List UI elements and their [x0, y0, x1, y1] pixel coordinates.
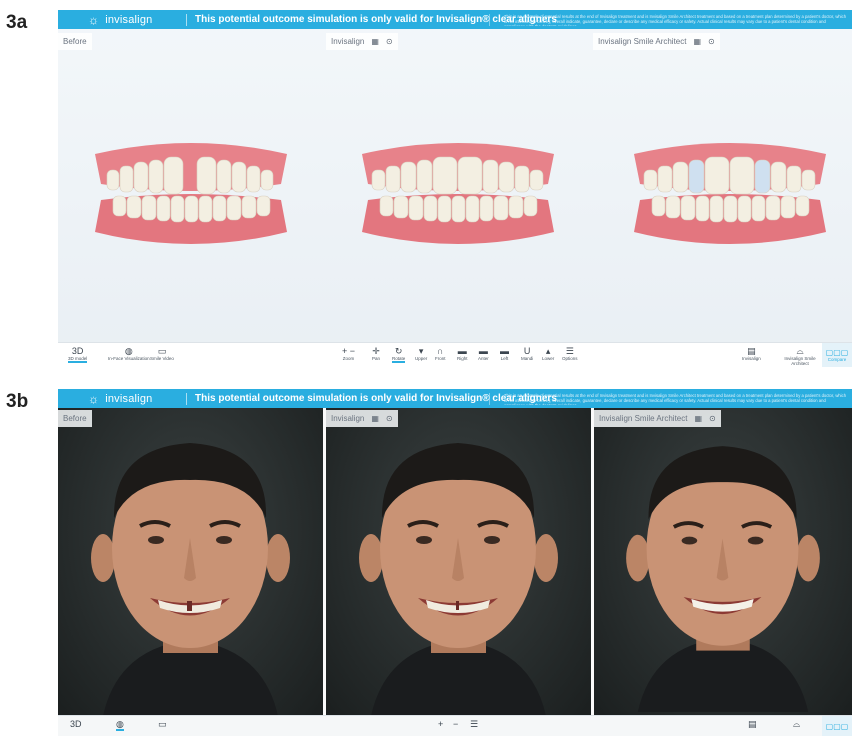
options-icon: ☰: [470, 719, 479, 729]
tool-in-face-visualization[interactable]: ◍ In-Face Visualization: [108, 346, 150, 361]
invisalign-icon: ▤: [747, 346, 756, 356]
view-label-invisalign: Invisalign ▦ ⊙: [326, 33, 398, 50]
tool-options[interactable]: ☰: [470, 719, 478, 729]
tool-invisalign-view[interactable]: ▤ Invisalign: [742, 346, 761, 361]
tool-smile-architect-view[interactable]: ⌓ Invisalign Smile Architect: [780, 346, 820, 366]
info-icon[interactable]: ⊙: [708, 37, 715, 46]
tool-mandible[interactable]: U Mandi: [521, 346, 533, 361]
tool-front[interactable]: ∩ Front: [435, 346, 446, 361]
face-photo-smile-architect[interactable]: [594, 408, 852, 716]
invisalign-icon: ▤: [748, 719, 757, 729]
view-label-smile-architect: Invisalign Smile Architect ▦ ⊙: [594, 410, 721, 427]
info-icon[interactable]: ⊙: [709, 414, 716, 423]
tool-invisalign-view[interactable]: ▤: [748, 719, 757, 729]
simulation-notice: This potential outcome simulation is onl…: [195, 393, 557, 404]
zoom-icon: + −: [342, 346, 356, 356]
tool-pan[interactable]: ✛ Pan: [372, 346, 380, 361]
model-icon[interactable]: ▦: [371, 414, 379, 423]
rotate-icon: ↻: [394, 346, 403, 356]
anterior-icon: ▬: [478, 346, 488, 356]
zoom-out-icon: −: [453, 719, 459, 729]
pan-icon: ✛: [372, 346, 380, 356]
options-icon: ☰: [565, 346, 574, 356]
mandible-icon: U: [523, 346, 531, 356]
smile-architect-icon: ⌓: [793, 719, 801, 729]
upper-icon: ▾: [418, 346, 424, 356]
3d-icon: 3D: [71, 346, 84, 356]
globe-icon: ◍: [124, 346, 133, 356]
tool-anterior[interactable]: ▬ Anter: [478, 346, 489, 361]
jaw-model-smile-architect[interactable]: [630, 140, 830, 250]
info-icon[interactable]: ⊙: [386, 414, 393, 423]
tool-zoom-in[interactable]: +: [438, 719, 443, 729]
tool-options[interactable]: ☰ Options: [562, 346, 578, 361]
tool-smile-video[interactable]: ▭: [158, 719, 167, 729]
simulation-notice: This potential outcome simulation is onl…: [195, 14, 557, 25]
tool-3d-model[interactable]: 3D 3D model: [68, 346, 88, 363]
face-illustration: [91, 443, 290, 716]
invisalign-logo: ☼ invisalign: [58, 13, 186, 27]
face-photo-before[interactable]: [58, 408, 323, 716]
tool-smile-video[interactable]: ▭ Smile Video: [150, 346, 174, 361]
jaw-model-before[interactable]: [91, 140, 291, 250]
face-illustration: [626, 446, 820, 712]
jaw-model-invisalign[interactable]: [358, 140, 558, 250]
sun-logo-icon: ☼: [88, 12, 100, 27]
face-photo-invisalign[interactable]: [326, 408, 591, 716]
compare-icon: ▢▢▢: [825, 721, 849, 731]
tool-smile-architect-view[interactable]: ⌓: [793, 719, 800, 729]
right-icon: ▬: [457, 346, 467, 356]
tool-3d-model[interactable]: 3D: [70, 719, 82, 729]
tool-zoom[interactable]: + − Zoom: [342, 346, 355, 361]
video-icon: ▭: [157, 346, 167, 356]
banner-divider: [186, 13, 187, 26]
view-label-before: Before: [58, 33, 92, 50]
info-icon[interactable]: ⊙: [386, 37, 393, 46]
view-label-before: Before: [58, 410, 92, 427]
top-banner: ☼ invisalign This potential outcome simu…: [58, 10, 852, 29]
disclaimer-text: This is an example of potential results …: [489, 13, 852, 26]
brand-name: invisalign: [105, 392, 153, 405]
top-banner: ☼ invisalign This potential outcome simu…: [58, 389, 852, 408]
figure-label-3a: 3a: [6, 12, 28, 33]
model-icon[interactable]: ▦: [371, 37, 379, 46]
brand-name: invisalign: [105, 13, 153, 26]
tool-rotate[interactable]: ↻ Rotate: [392, 346, 406, 363]
compare-button[interactable]: ▢▢▢: [822, 716, 852, 736]
front-icon: ∩: [437, 346, 444, 356]
tool-right[interactable]: ▬ Right: [457, 346, 468, 361]
tool-lower[interactable]: ▴ Lower: [542, 346, 554, 361]
figure-label-3b: 3b: [6, 391, 29, 412]
tool-upper[interactable]: ▾ Upper: [415, 346, 427, 361]
bottom-toolbar: 3D ◍ ▭ + − ☰ ▤ ⌓ ▢▢▢: [58, 715, 852, 736]
screenshot-3d-model-view: ☼ invisalign This potential outcome simu…: [58, 10, 852, 367]
banner-divider: [186, 392, 187, 405]
compare-icon: ▢▢▢: [825, 348, 849, 357]
model-icon[interactable]: ▦: [694, 414, 702, 423]
model-icon[interactable]: ▦: [693, 37, 701, 46]
tool-left[interactable]: ▬ Left: [500, 346, 509, 361]
bottom-toolbar: 3D 3D model ◍ In-Face Visualization ▭ Sm…: [58, 342, 852, 367]
view-label-smile-architect: Invisalign Smile Architect ▦ ⊙: [593, 33, 720, 50]
tool-in-face-visualization[interactable]: ◍: [116, 719, 124, 731]
left-icon: ▬: [500, 346, 509, 356]
video-icon: ▭: [158, 719, 167, 729]
invisalign-logo: ☼ invisalign: [58, 392, 186, 406]
screenshot-face-visualization-view: ☼ invisalign This potential outcome simu…: [58, 389, 852, 736]
view-label-invisalign: Invisalign ▦ ⊙: [326, 410, 398, 427]
tool-zoom-out[interactable]: −: [453, 719, 458, 729]
3d-icon: 3D: [70, 719, 82, 729]
zoom-in-icon: +: [438, 719, 444, 729]
face-illustration: [359, 443, 558, 716]
disclaimer-text: This is an example of potential results …: [489, 392, 852, 405]
sun-logo-icon: ☼: [88, 391, 100, 406]
compare-button[interactable]: ▢▢▢ Compare: [822, 343, 852, 367]
lower-icon: ▴: [545, 346, 551, 356]
globe-icon: ◍: [116, 719, 124, 729]
smile-architect-icon: ⌓: [796, 346, 804, 356]
